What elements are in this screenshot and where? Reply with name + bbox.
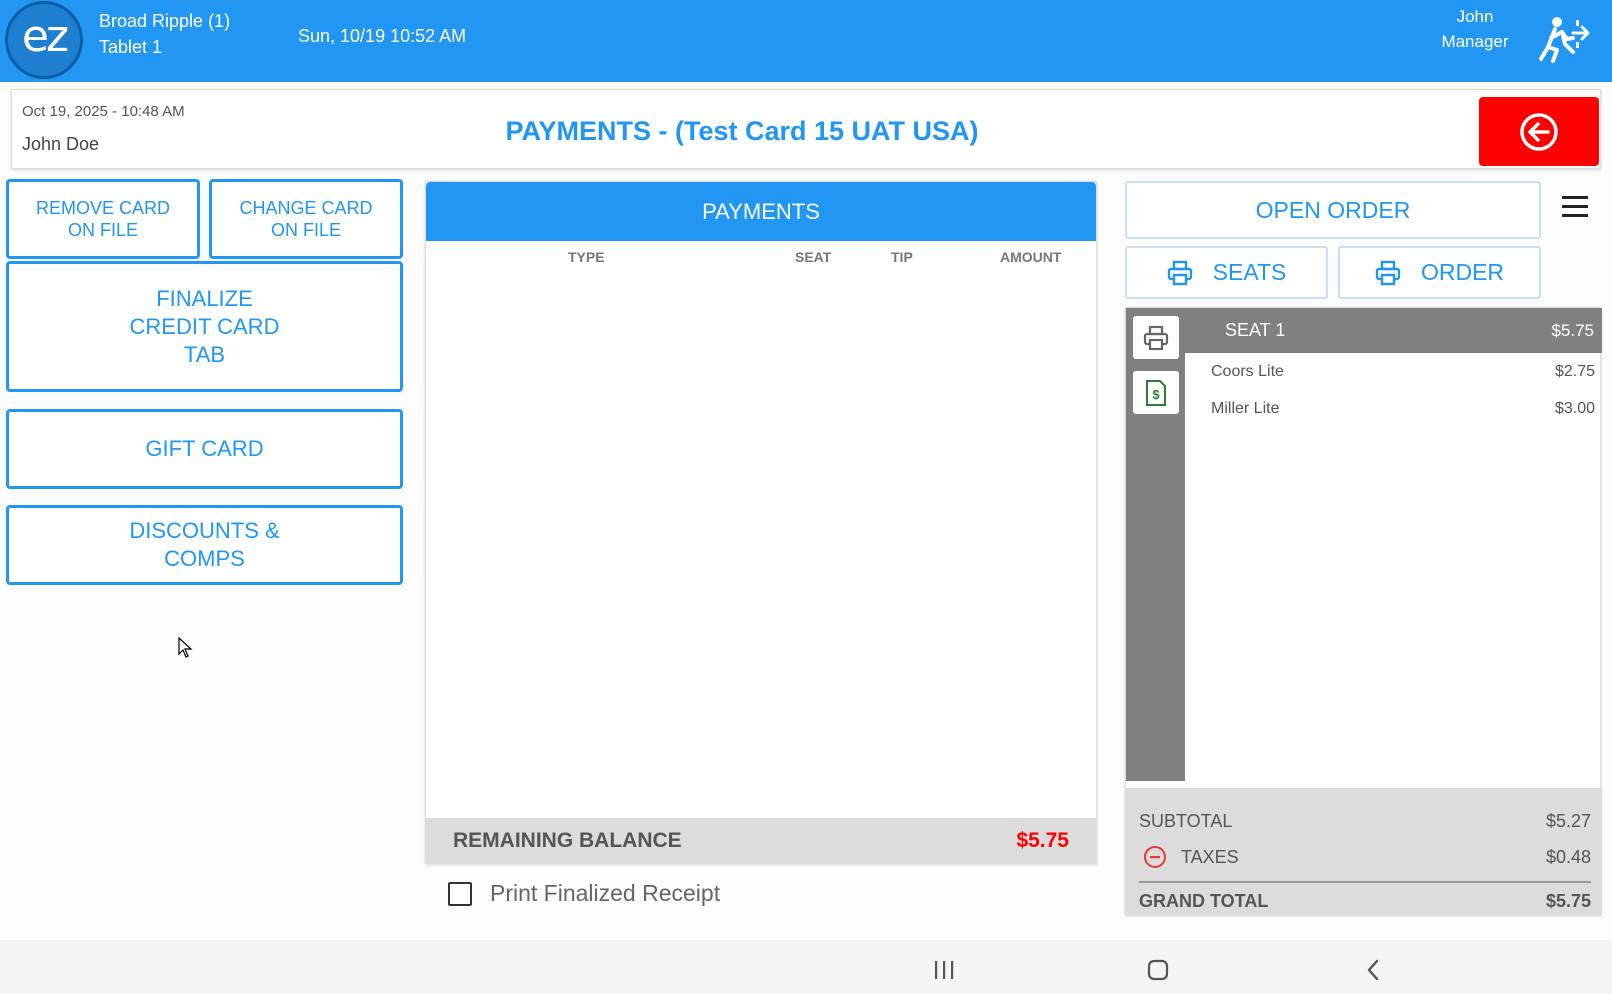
order-totals: SUBTOTAL $5.27 TAXES $0.48 GRAND TOTAL $… [1126,788,1602,916]
change-card-button[interactable]: CHANGE CARD ON FILE [209,179,403,259]
page-title: PAYMENTS - (Test Card 15 UAT USA) [505,116,979,146]
print-receipt-checkbox[interactable] [448,881,472,906]
print-receipt-option[interactable]: Print Finalized Receipt [448,880,720,907]
print-order-button[interactable]: ORDER [1338,246,1541,299]
location-info: Broad Ripple (1) Tablet 1 [99,8,230,60]
seat-sidebar: $ [1126,308,1185,781]
remove-card-button[interactable]: REMOVE CARD ON FILE [6,179,200,259]
device-name: Tablet 1 [99,37,163,57]
open-order-label: OPEN ORDER [1255,196,1411,223]
svg-text:$: $ [1152,387,1160,402]
top-bar: ez Broad Ripple (1) Tablet 1 Sun, 10/19 … [0,0,1612,82]
system-nav-bar [0,940,1612,994]
open-order-button[interactable]: OPEN ORDER [1125,181,1541,239]
seat-total: $5.75 [1551,321,1594,340]
order-item[interactable]: Coors Lite $2.75 [1211,363,1595,381]
walk-out-icon[interactable] [1535,14,1591,64]
receipt-dollar-icon: $ [1146,379,1166,406]
grand-total-label: GRAND TOTAL [1139,891,1269,911]
discounts-comps-label: DISCOUNTS & COMPS [129,518,280,571]
payments-panel: PAYMENTS TYPE SEAT TIP AMOUNT REMAINING … [425,181,1097,864]
user-info[interactable]: John Manager [1420,4,1530,54]
logo-text: ez [21,10,69,62]
item-name: Coors Lite [1211,363,1284,380]
remaining-balance-bar: REMAINING BALANCE $5.75 [426,818,1096,863]
taxes-label: TAXES [1181,847,1239,867]
receipt-button[interactable]: $ [1133,371,1179,414]
recent-apps-icon[interactable] [932,960,956,980]
finalize-tab-label: FINALIZE CREDIT CARD TAB [129,285,280,367]
menu-icon[interactable] [1562,196,1588,220]
item-price: $3.00 [1554,400,1595,417]
subtotal-label: SUBTOTAL [1139,811,1233,831]
col-amount: AMOUNT [1000,249,1062,265]
item-name: Miller Lite [1211,400,1280,417]
gift-card-label: GIFT CARD [145,436,264,461]
seats-label: SEATS [1212,259,1287,285]
seat-header[interactable]: SEAT 1 $5.75 [1185,308,1602,353]
payment-header: Oct 19, 2025 - 10:48 AM John Doe PAYMENT… [11,89,1601,169]
seat-name: SEAT 1 [1225,320,1286,340]
grand-total-row: GRAND TOTAL $5.75 [1139,891,1591,912]
payments-heading: PAYMENTS [426,182,1096,241]
order-summary: $ SEAT 1 $5.75 Coors Lite $2.75 Miller L… [1125,307,1602,916]
user-name: John [1456,7,1494,26]
remaining-balance-value: $5.75 [1016,829,1069,852]
mouse-cursor-icon [178,637,193,658]
print-seat-button[interactable] [1133,316,1179,359]
remove-tax-icon[interactable] [1143,845,1167,869]
arrow-left-circle-icon [1520,112,1558,151]
discounts-comps-button[interactable]: DISCOUNTS & COMPS [6,505,403,585]
printer-icon [1375,260,1401,286]
printer-icon [1143,325,1169,350]
ez-logo: ez [5,1,83,79]
finalize-tab-button[interactable]: FINALIZE CREDIT CARD TAB [6,261,403,392]
subtotal-row: SUBTOTAL $5.27 [1139,811,1591,832]
home-icon[interactable] [1147,959,1169,981]
print-receipt-label: Print Finalized Receipt [490,880,721,906]
item-price: $2.75 [1554,363,1595,380]
col-seat: SEAT [795,249,832,265]
order-item[interactable]: Miller Lite $3.00 [1211,400,1595,418]
gift-card-button[interactable]: GIFT CARD [6,409,403,489]
remove-card-label: REMOVE CARD ON FILE [35,198,170,240]
location-name: Broad Ripple (1) [99,11,231,31]
back-nav-icon[interactable] [1365,959,1381,981]
remaining-balance-label: REMAINING BALANCE [453,829,682,852]
back-button[interactable] [1479,97,1599,166]
printer-icon [1167,260,1193,286]
order-label: ORDER [1420,259,1505,285]
col-type: TYPE [568,249,605,265]
change-card-label: CHANGE CARD ON FILE [239,198,373,240]
grand-total-value: $5.75 [1545,891,1591,911]
current-datetime: Sun, 10/19 10:52 AM [298,26,467,46]
col-tip: TIP [891,249,913,265]
subtotal-value: $5.27 [1545,811,1591,831]
taxes-value: $0.48 [1545,847,1591,867]
divider [1139,881,1591,883]
print-seats-button[interactable]: SEATS [1125,246,1328,299]
user-role: Manager [1441,32,1509,51]
